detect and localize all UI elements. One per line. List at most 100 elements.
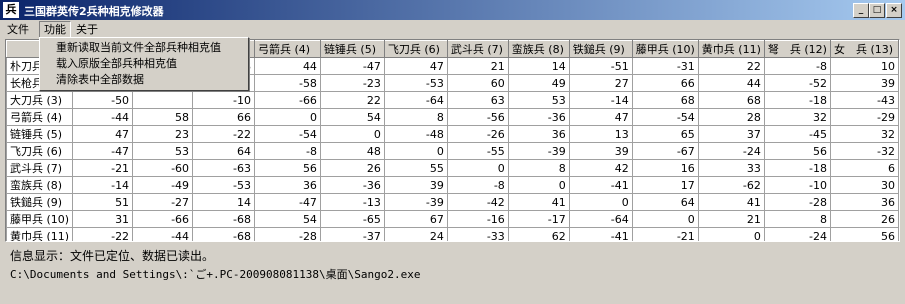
value-cell[interactable]: -51 — [568, 57, 633, 75]
value-cell[interactable]: -13 — [319, 193, 385, 211]
value-cell[interactable]: 22 — [319, 91, 385, 109]
value-cell[interactable]: 36 — [829, 193, 899, 211]
value-cell[interactable]: 64 — [192, 142, 256, 160]
value-cell[interactable]: 44 — [697, 74, 765, 92]
value-cell[interactable]: -54 — [631, 108, 699, 126]
value-cell[interactable]: 39 — [568, 142, 633, 160]
value-cell[interactable]: -22 — [72, 227, 134, 241]
value-cell[interactable]: 44 — [254, 57, 321, 75]
value-cell[interactable]: -41 — [568, 176, 633, 194]
value-cell[interactable]: 41 — [507, 193, 570, 211]
value-cell[interactable]: 0 — [319, 125, 385, 143]
value-cell[interactable]: -22 — [192, 125, 256, 143]
value-cell[interactable]: 0 — [631, 210, 699, 228]
value-cell[interactable]: 21 — [446, 57, 509, 75]
menu-file[interactable]: 文件 — [3, 22, 33, 37]
value-cell[interactable]: -65 — [319, 210, 385, 228]
value-cell[interactable]: 64 — [631, 193, 699, 211]
value-cell[interactable]: 47 — [72, 125, 134, 143]
value-cell[interactable]: 42 — [568, 159, 633, 177]
value-cell[interactable]: 21 — [697, 210, 765, 228]
value-cell[interactable]: 47 — [383, 57, 448, 75]
value-cell[interactable]: 54 — [319, 108, 385, 126]
value-cell[interactable]: -66 — [254, 91, 321, 109]
value-cell[interactable]: 49 — [507, 74, 570, 92]
value-cell[interactable]: 22 — [697, 57, 765, 75]
value-cell[interactable]: -16 — [446, 210, 509, 228]
value-cell[interactable]: -36 — [507, 108, 570, 126]
value-cell[interactable]: -43 — [829, 91, 899, 109]
value-cell[interactable]: 27 — [568, 74, 633, 92]
value-cell[interactable]: 37 — [697, 125, 765, 143]
value-cell[interactable]: -21 — [72, 159, 134, 177]
value-cell[interactable]: -47 — [319, 57, 385, 75]
value-cell[interactable]: -54 — [254, 125, 321, 143]
value-cell[interactable]: 0 — [446, 159, 509, 177]
value-cell[interactable]: -67 — [631, 142, 699, 160]
value-cell[interactable]: -39 — [383, 193, 448, 211]
value-cell[interactable]: -36 — [319, 176, 385, 194]
value-cell[interactable]: 0 — [697, 227, 765, 241]
value-cell[interactable]: 66 — [192, 108, 256, 126]
value-cell[interactable]: 39 — [829, 74, 899, 92]
value-cell[interactable]: -68 — [192, 227, 256, 241]
value-cell[interactable]: 26 — [319, 159, 385, 177]
value-cell[interactable]: -21 — [631, 227, 699, 241]
value-cell[interactable]: 36 — [254, 176, 321, 194]
value-cell[interactable]: 65 — [631, 125, 699, 143]
value-cell[interactable]: 56 — [763, 142, 831, 160]
value-cell[interactable]: 30 — [829, 176, 899, 194]
value-cell[interactable]: -29 — [829, 108, 899, 126]
value-cell[interactable]: 67 — [383, 210, 448, 228]
value-cell[interactable]: -26 — [446, 125, 509, 143]
value-cell[interactable]: -64 — [568, 210, 633, 228]
value-cell[interactable]: 14 — [507, 57, 570, 75]
value-cell[interactable]: 8 — [763, 210, 831, 228]
value-cell[interactable]: 47 — [568, 108, 633, 126]
value-cell[interactable]: -66 — [132, 210, 194, 228]
value-cell[interactable]: -37 — [319, 227, 385, 241]
maximize-button[interactable]: □ — [869, 3, 885, 18]
value-cell[interactable]: -50 — [72, 91, 134, 109]
value-cell[interactable]: 53 — [507, 91, 570, 109]
value-cell[interactable]: -53 — [383, 74, 448, 92]
value-cell[interactable]: 0 — [568, 193, 633, 211]
value-cell[interactable]: 24 — [383, 227, 448, 241]
value-cell[interactable]: -24 — [697, 142, 765, 160]
value-cell[interactable]: -55 — [446, 142, 509, 160]
value-cell[interactable]: 8 — [507, 159, 570, 177]
value-cell[interactable]: -8 — [446, 176, 509, 194]
value-cell[interactable]: -32 — [829, 142, 899, 160]
value-cell[interactable]: -27 — [132, 193, 194, 211]
value-cell[interactable]: 62 — [507, 227, 570, 241]
value-cell[interactable]: -39 — [507, 142, 570, 160]
value-cell[interactable]: 58 — [132, 108, 194, 126]
value-cell[interactable]: -44 — [72, 108, 134, 126]
value-cell[interactable]: 6 — [829, 159, 899, 177]
value-cell[interactable]: 33 — [697, 159, 765, 177]
value-cell[interactable]: 63 — [446, 91, 509, 109]
reload-current-values-item[interactable]: 重新读取当前文件全部兵种相克值 — [56, 40, 221, 55]
value-cell[interactable]: -8 — [763, 57, 831, 75]
value-cell[interactable]: -45 — [763, 125, 831, 143]
value-cell[interactable]: -14 — [568, 91, 633, 109]
value-cell[interactable]: -68 — [192, 210, 256, 228]
value-cell[interactable]: 32 — [829, 125, 899, 143]
value-cell[interactable]: 31 — [72, 210, 134, 228]
value-cell[interactable]: 66 — [631, 74, 699, 92]
value-cell[interactable]: -18 — [763, 159, 831, 177]
value-cell[interactable]: 54 — [254, 210, 321, 228]
value-cell[interactable]: -28 — [763, 193, 831, 211]
value-cell[interactable]: 48 — [319, 142, 385, 160]
value-cell[interactable]: -47 — [254, 193, 321, 211]
value-cell[interactable]: 16 — [631, 159, 699, 177]
value-cell[interactable]: -60 — [132, 159, 194, 177]
value-cell[interactable]: 39 — [383, 176, 448, 194]
value-cell[interactable]: 56 — [254, 159, 321, 177]
value-cell[interactable]: 26 — [829, 210, 899, 228]
value-cell[interactable]: 55 — [383, 159, 448, 177]
value-cell[interactable]: -53 — [192, 176, 256, 194]
value-cell[interactable]: -18 — [763, 91, 831, 109]
value-cell[interactable]: -33 — [446, 227, 509, 241]
value-cell[interactable]: -62 — [697, 176, 765, 194]
